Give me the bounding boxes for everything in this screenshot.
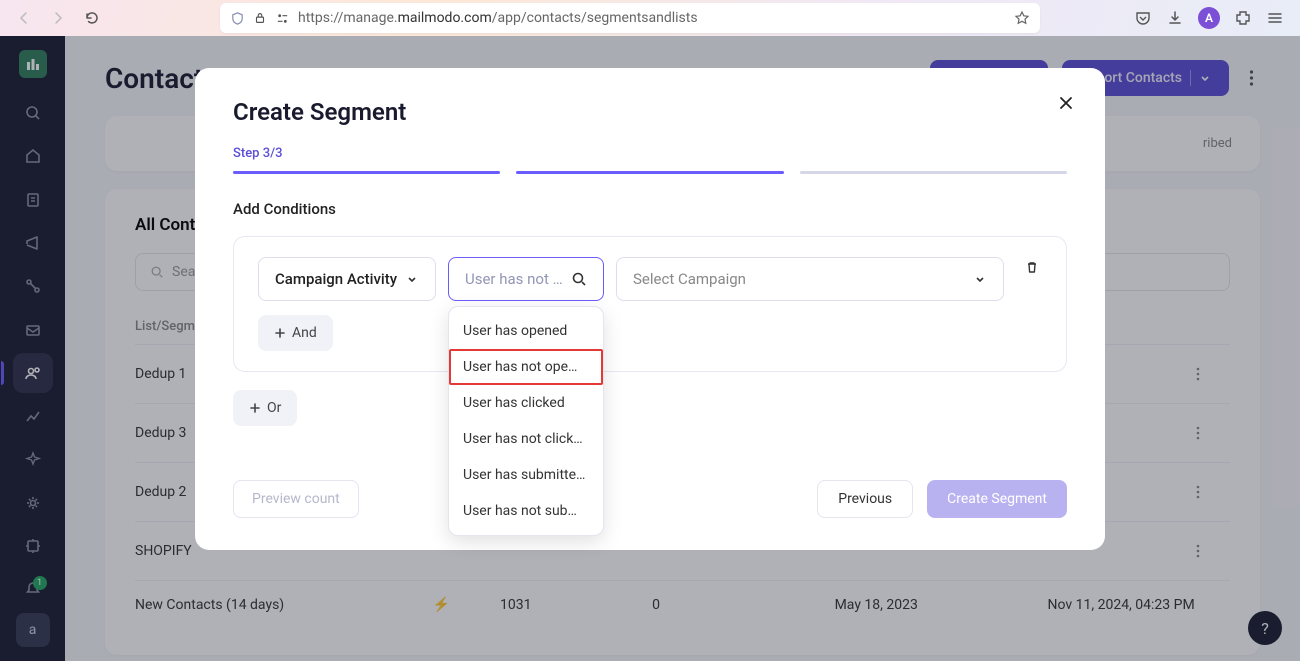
lock-icon [253,11,267,25]
pocket-icon[interactable] [1134,9,1152,27]
url-text: https://manage.mailmodo.com/app/contacts… [298,10,1006,26]
dropdown-option-not-opened[interactable]: User has not ope… [449,349,603,385]
forward-button[interactable] [44,4,72,32]
campaign-placeholder: Select Campaign [633,270,746,288]
preview-count-button[interactable]: Preview count [233,480,359,518]
section-label: Add Conditions [233,200,1067,218]
progress-bar [233,171,1067,174]
dropdown-option-opened[interactable]: User has opened [449,313,603,349]
plus-icon [249,402,261,414]
back-button[interactable] [10,4,38,32]
behavior-dropdown: User has opened User has not ope… User h… [448,306,604,536]
chrome-right: A [1134,7,1290,29]
plus-icon [274,327,286,339]
bookmark-star-icon[interactable] [1014,10,1030,26]
download-icon[interactable] [1166,9,1184,27]
activity-type-select[interactable]: Campaign Activity [258,257,436,301]
search-icon [571,271,587,287]
campaign-select[interactable]: Select Campaign [616,257,1004,301]
behavior-placeholder: User has not o… [465,270,565,288]
delete-condition-button[interactable] [1024,259,1040,275]
reload-button[interactable] [78,4,106,32]
profile-avatar[interactable]: A [1198,7,1220,29]
modal-title: Create Segment [233,98,1067,126]
activity-value: Campaign Activity [275,270,397,288]
step-indicator: Step 3/3 [233,146,1067,161]
modal-overlay[interactable]: Create Segment Step 3/3 Add Conditions C… [0,36,1300,661]
permissions-icon [275,11,290,26]
add-and-condition-button[interactable]: And [258,315,333,351]
create-segment-button[interactable]: Create Segment [927,480,1067,518]
browser-toolbar: https://manage.mailmodo.com/app/contacts… [0,0,1300,36]
condition-group: Campaign Activity User has not o… User h… [233,236,1067,372]
and-label: And [292,325,317,341]
dropdown-option-submitted[interactable]: User has submitte… [449,457,603,493]
extensions-icon[interactable] [1234,9,1252,27]
chevron-down-icon [973,272,987,286]
dropdown-option-clicked[interactable]: User has clicked [449,385,603,421]
dropdown-option-not-clicked[interactable]: User has not click… [449,421,603,457]
dropdown-option-not-submitted[interactable]: User has not sub… [449,493,603,529]
previous-button[interactable]: Previous [817,480,913,518]
hamburger-menu-icon[interactable] [1266,9,1284,27]
address-bar[interactable]: https://manage.mailmodo.com/app/contacts… [220,3,1040,33]
add-or-condition-button[interactable]: Or [233,390,297,426]
or-label: Or [267,400,281,416]
shield-icon [230,11,245,26]
create-segment-modal: Create Segment Step 3/3 Add Conditions C… [195,68,1105,550]
behavior-select[interactable]: User has not o… User has opened User has… [448,257,604,301]
close-button[interactable] [1057,94,1075,112]
chevron-down-icon [405,272,419,286]
